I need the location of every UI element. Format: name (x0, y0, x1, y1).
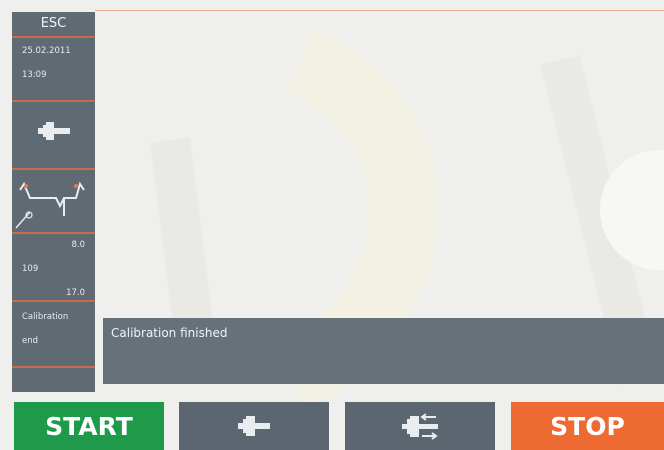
clamp-adjust-button[interactable] (345, 402, 495, 450)
sidebar-divider (12, 232, 95, 234)
start-button[interactable]: START (14, 402, 164, 450)
weight-position-icon (238, 416, 270, 436)
sidebar-divider (12, 366, 95, 368)
sidebar-divider (12, 36, 95, 38)
sidebar-status-line1: Calibration (22, 312, 69, 322)
esc-button[interactable]: ESC (12, 12, 95, 36)
clamp-adjust-icon (402, 413, 438, 440)
sidebar-status-line2: end (22, 336, 39, 346)
sidebar-date: 25.02.2011 (22, 46, 71, 56)
message-panel: Calibration finished (103, 318, 664, 384)
sidebar-divider (12, 168, 95, 170)
sidebar-value-bottom: 17.0 (66, 288, 85, 298)
rim-profile-icon (12, 176, 95, 230)
stop-button[interactable]: STOP (511, 402, 664, 450)
top-accent-line (95, 10, 664, 11)
sidebar-divider (12, 300, 95, 302)
sidebar-divider (12, 100, 95, 102)
start-button-label: START (45, 411, 133, 441)
stop-button-label: STOP (550, 411, 625, 441)
status-sidebar: ESC 25.02.2011 13:09 8.0 109 17.0 Calibr… (12, 12, 95, 392)
sidebar-value-left: 109 (22, 264, 39, 274)
weight-position-button[interactable] (179, 402, 329, 450)
calibration-weight-icon (12, 112, 95, 152)
message-text: Calibration finished (111, 326, 228, 340)
sidebar-value-top: 8.0 (71, 240, 85, 250)
sidebar-time: 13:09 (22, 70, 47, 80)
